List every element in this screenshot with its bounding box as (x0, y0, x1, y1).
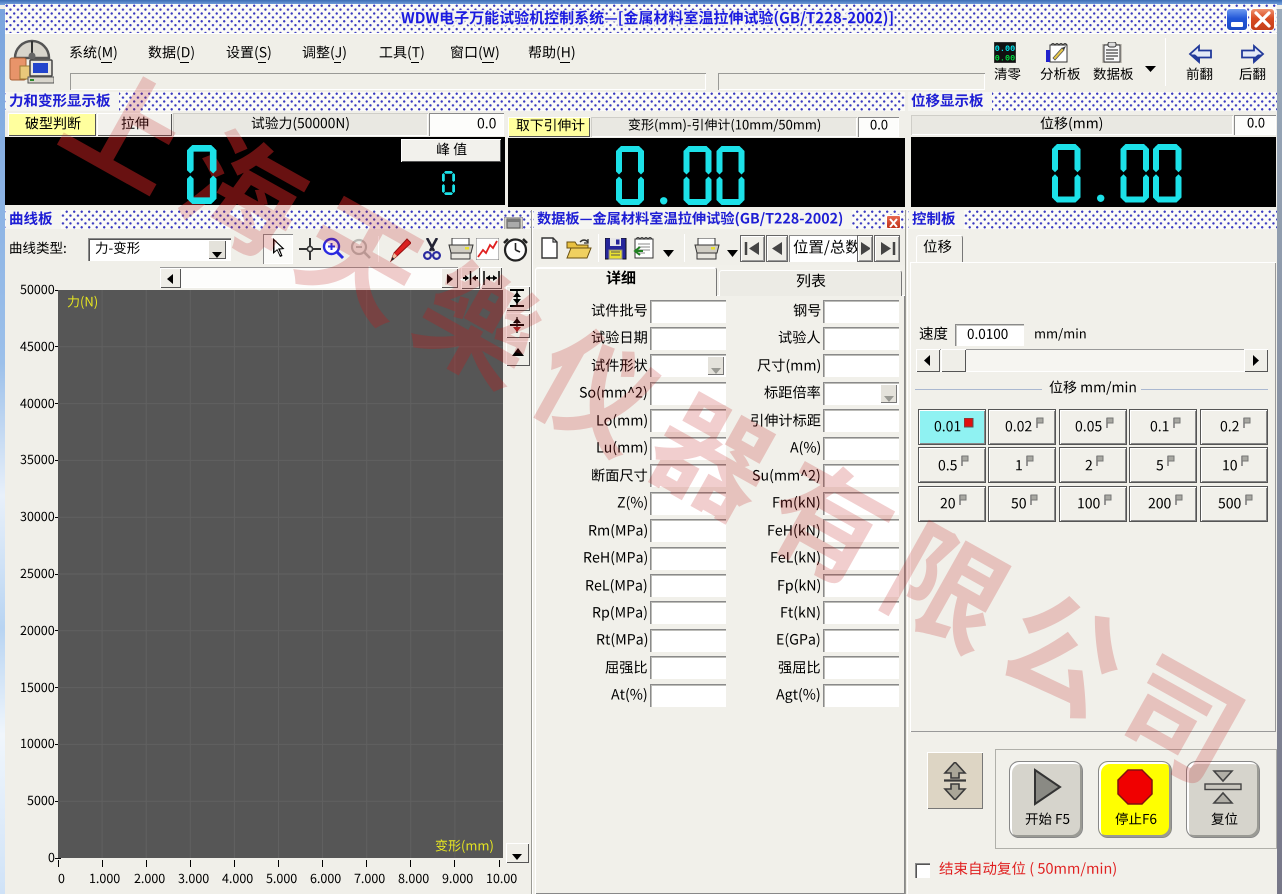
svg-text:0.00: 0.00 (995, 54, 1015, 64)
svg-text:0.00: 0.00 (995, 44, 1015, 54)
